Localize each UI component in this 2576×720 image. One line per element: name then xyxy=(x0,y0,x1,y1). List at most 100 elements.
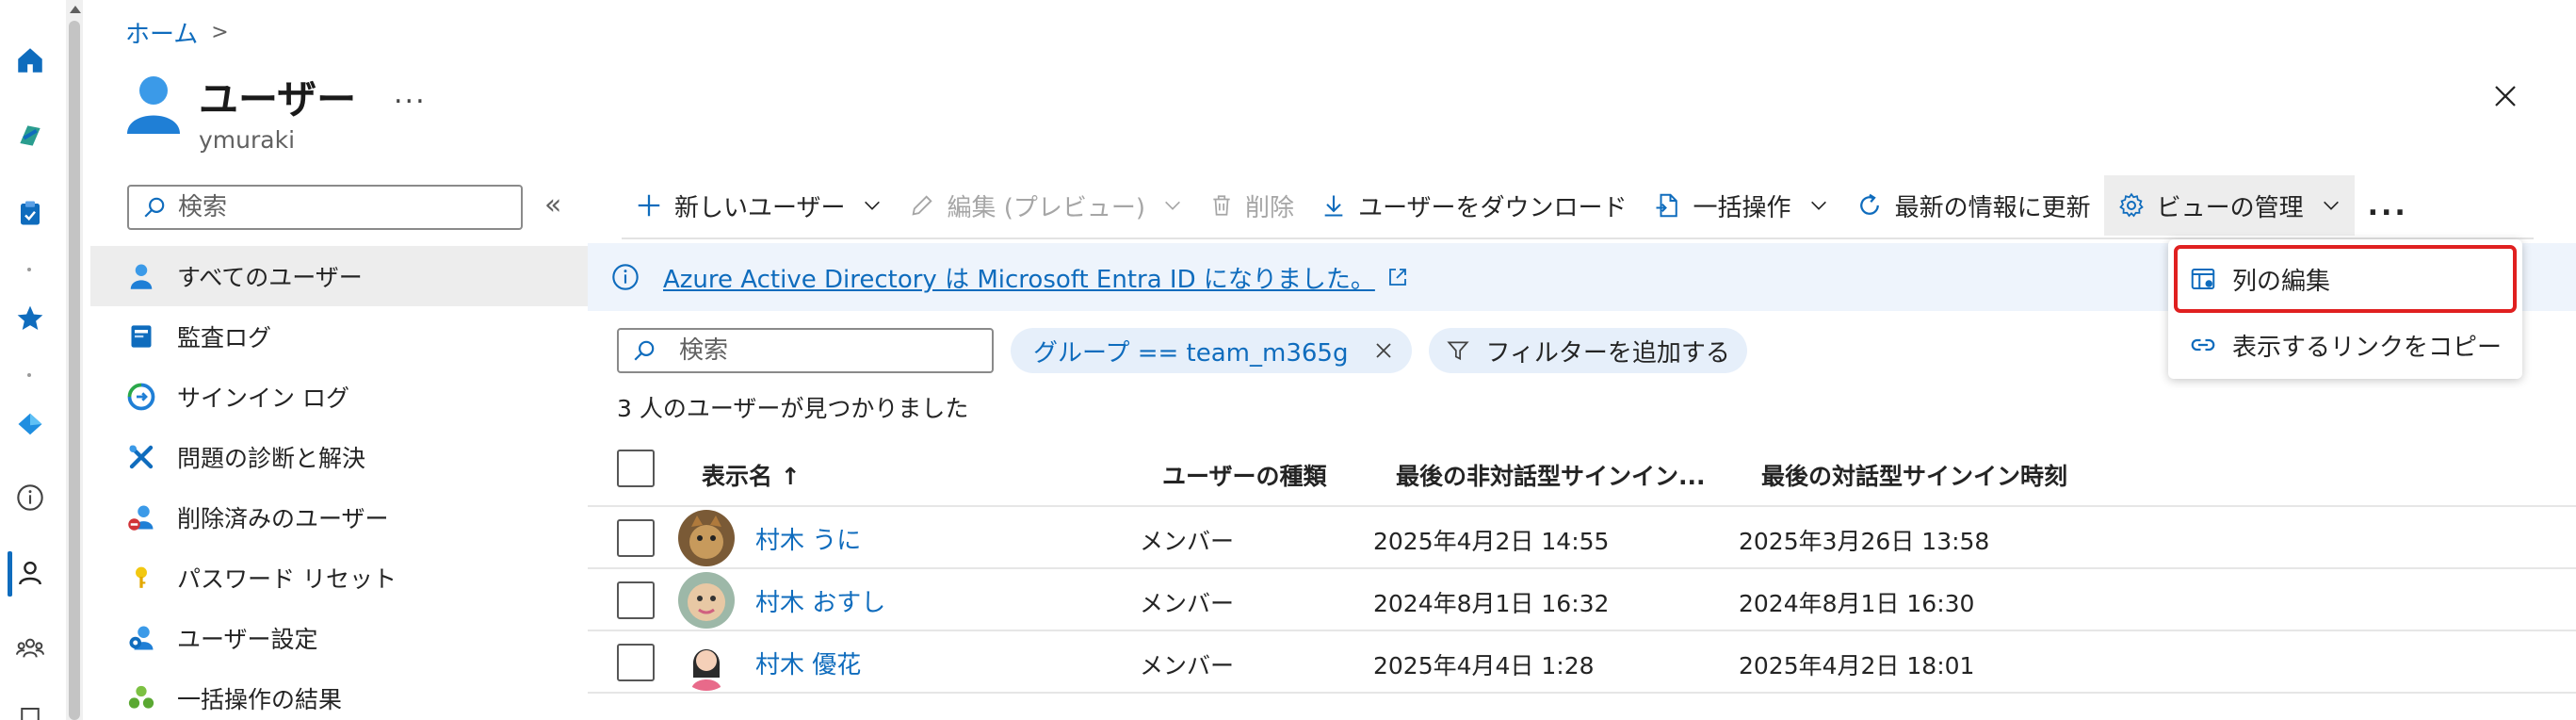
nav-item-label: パスワード リセット xyxy=(177,565,397,593)
user-type-cell: メンバー xyxy=(1140,652,1235,679)
result-count: 3 人のユーザーが見つかりました xyxy=(617,395,969,422)
copy-link-menu-item[interactable]: 表示するリンクをコピー xyxy=(2178,315,2513,375)
info-icon[interactable] xyxy=(9,477,51,518)
nav-item-label: 監査ログ xyxy=(177,324,272,352)
user-avatar xyxy=(678,634,735,691)
nav-item-diagnose-solve[interactable]: 問題の診断と解決 xyxy=(90,427,588,487)
chevron-down-icon xyxy=(2323,201,2339,210)
user-type-cell: メンバー xyxy=(1140,590,1235,617)
groups-icon[interactable] xyxy=(9,628,51,669)
edit-columns-menu-item[interactable]: 列の編集 xyxy=(2174,245,2517,313)
users-table: 表示名 ↑ ユーザーの種類 最後の非対話型サインイン... 最後の対話型サインイ… xyxy=(588,437,2576,694)
nav-item-password-reset[interactable]: パスワード リセット xyxy=(90,548,588,608)
breadcrumb-home-link[interactable]: ホーム xyxy=(125,15,198,50)
favorites-star-icon[interactable] xyxy=(9,298,51,339)
table-search-input[interactable] xyxy=(679,336,962,365)
nav-item-audit-logs[interactable]: 監査ログ xyxy=(90,306,588,367)
nav-item-bulk-results[interactable]: 一括操作の結果 xyxy=(90,668,588,720)
last-noninteractive-cell: 2025年4月2日 14:55 xyxy=(1373,528,1610,555)
table-row[interactable]: 村木 優花 メンバー 2025年4月4日 1:28 2025年4月2日 18:0… xyxy=(588,631,2576,694)
nav-item-label: 一括操作の結果 xyxy=(177,686,343,713)
user-display-name-link[interactable]: 村木 優花 xyxy=(755,646,861,680)
breadcrumb: ホーム > xyxy=(125,15,229,50)
scroll-up-arrow-icon[interactable] xyxy=(70,6,81,13)
group-filter-pill[interactable]: グループ == team_m365g xyxy=(1011,328,1413,373)
command-bar: 新しいユーザー 編集 (プレビュー) 削除 ユーザーをダウンロード 一括操作 最… xyxy=(622,175,2422,236)
portal-icon-rail xyxy=(0,0,62,720)
nav-item-sign-in-logs[interactable]: サインイン ログ xyxy=(90,367,588,427)
bulk-operations-button[interactable]: 一括操作 xyxy=(1641,175,1842,236)
page-title: ユーザー xyxy=(199,76,357,123)
nav-item-label: サインイン ログ xyxy=(177,385,349,412)
close-button[interactable] xyxy=(2487,77,2524,115)
download-users-button[interactable]: ユーザーをダウンロード xyxy=(1307,175,1640,236)
remove-filter-close-icon[interactable] xyxy=(1372,339,1395,362)
person-icon[interactable] xyxy=(9,552,51,594)
download-users-label: ユーザーをダウンロード xyxy=(1358,193,1628,222)
key-icon xyxy=(126,563,156,593)
external-link-icon[interactable] xyxy=(1386,266,1409,288)
bulk-operations-label: 一括操作 xyxy=(1693,193,1791,222)
refresh-button[interactable]: 最新の情報に更新 xyxy=(1842,175,2104,236)
user-display-name-link[interactable]: 村木 おすし xyxy=(755,583,885,618)
rail-scrollbar[interactable] xyxy=(66,0,83,720)
last-interactive-cell: 2024年8月1日 16:30 xyxy=(1739,590,1975,617)
apps-icon[interactable] xyxy=(9,697,51,720)
add-filter-button[interactable]: フィルターを追加する xyxy=(1429,328,1747,373)
manage-view-button[interactable]: ビューの管理 xyxy=(2103,175,2355,236)
new-user-button[interactable]: 新しいユーザー xyxy=(622,175,896,236)
row-checkbox[interactable] xyxy=(617,519,655,557)
refresh-label: 最新の情報に更新 xyxy=(1894,193,2091,222)
edit-preview-label: 編集 (プレビュー) xyxy=(947,193,1146,222)
nav-item-all-users[interactable]: すべてのユーザー xyxy=(90,246,588,306)
user-settings-icon xyxy=(126,623,156,653)
user-icon xyxy=(126,261,156,291)
delete-button[interactable]: 削除 xyxy=(1196,175,1307,236)
chevron-down-icon xyxy=(865,201,881,210)
chevron-down-icon xyxy=(1810,201,1826,210)
column-header-last-noninteractive[interactable]: 最後の非対話型サインイン... xyxy=(1396,458,1706,492)
scrollbar-thumb[interactable] xyxy=(69,21,80,720)
collapse-nav-button[interactable]: « xyxy=(544,188,561,221)
column-header-last-interactive[interactable]: 最後の対話型サインイン時刻 xyxy=(1761,458,2067,492)
select-all-checkbox[interactable] xyxy=(617,450,655,487)
table-row[interactable]: 村木 おすし メンバー 2024年8月1日 16:32 2024年8月1日 16… xyxy=(588,569,2576,631)
nav-item-user-settings[interactable]: ユーザー設定 xyxy=(90,608,588,668)
row-checkbox[interactable] xyxy=(617,644,655,681)
filter-bar: グループ == team_m365g フィルターを追加する xyxy=(617,328,1747,373)
nav-item-label: 問題の診断と解決 xyxy=(177,445,366,472)
last-interactive-cell: 2025年4月2日 18:01 xyxy=(1739,652,1975,679)
last-noninteractive-cell: 2025年4月4日 1:28 xyxy=(1373,652,1595,679)
plus-icon xyxy=(638,194,660,217)
nav-item-deleted-users[interactable]: 削除済みのユーザー xyxy=(90,487,588,548)
column-header-user-type[interactable]: ユーザーの種類 xyxy=(1162,458,1327,492)
rail-separator xyxy=(27,268,31,271)
edit-preview-button[interactable]: 編集 (プレビュー) xyxy=(896,175,1196,236)
nav-item-label: 削除済みのユーザー xyxy=(177,505,389,532)
bulk-document-icon xyxy=(1656,193,1677,218)
clipboard-icon[interactable] xyxy=(9,192,51,234)
group-filter-label: グループ == team_m365g xyxy=(1033,338,1349,368)
chevron-down-icon xyxy=(1165,201,1180,210)
row-checkbox[interactable] xyxy=(617,581,655,619)
table-header-row: 表示名 ↑ ユーザーの種類 最後の非対話型サインイン... 最後の対話型サインイ… xyxy=(588,437,2576,507)
nav-item-label: すべてのユーザー xyxy=(177,264,363,291)
entra-diamond-icon[interactable] xyxy=(9,403,51,445)
last-noninteractive-cell: 2024年8月1日 16:32 xyxy=(1373,590,1610,617)
column-header-display-name[interactable]: 表示名 ↑ xyxy=(702,458,801,492)
home-icon[interactable] xyxy=(9,40,51,81)
entra-rename-link[interactable]: Azure Active Directory は Microsoft Entra… xyxy=(663,260,1375,295)
nav-search-box[interactable] xyxy=(127,185,523,230)
manage-view-menu: 列の編集 表示するリンクをコピー xyxy=(2168,239,2522,379)
link-icon xyxy=(2191,338,2215,352)
nav-search-input[interactable] xyxy=(178,193,489,221)
download-icon xyxy=(1324,195,1343,217)
more-commands-button[interactable]: ... xyxy=(2355,175,2422,236)
new-user-label: 新しいユーザー xyxy=(674,193,846,222)
table-search-box[interactable] xyxy=(617,328,994,373)
user-display-name-link[interactable]: 村木 うに xyxy=(755,521,861,556)
title-more-options-button[interactable]: ... xyxy=(394,77,427,110)
dashboard-icon[interactable] xyxy=(9,115,51,156)
table-row[interactable]: 村木 うに メンバー 2025年4月2日 14:55 2025年3月26日 13… xyxy=(588,507,2576,569)
wrench-icon xyxy=(126,442,156,472)
